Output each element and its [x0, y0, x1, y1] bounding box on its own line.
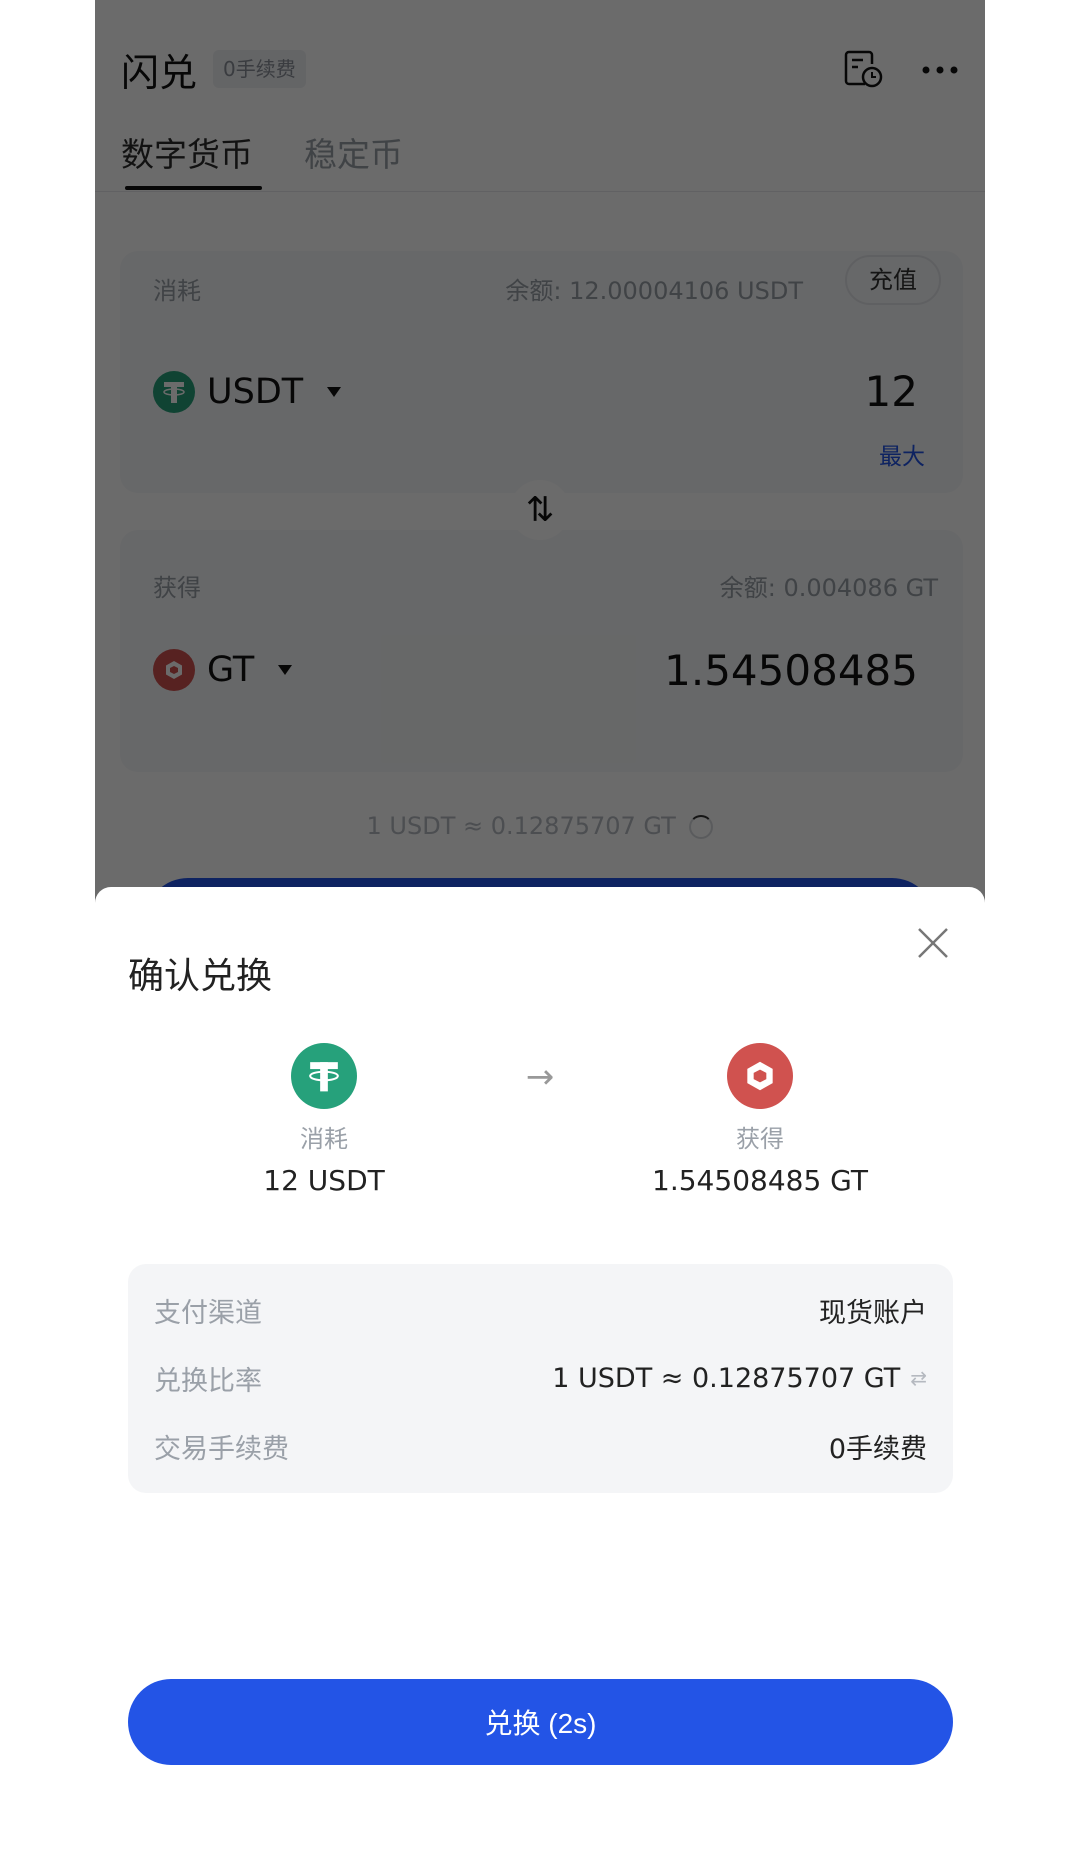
- phone-screen: 闪兑 0手续费 数字货币 稳定币 消耗 余额: 12.00004106 USDT…: [95, 0, 985, 1855]
- invert-rate-icon[interactable]: ⇄: [910, 1366, 927, 1390]
- detail-row-fee: 交易手续费 0手续费: [154, 1426, 927, 1466]
- gt-icon: [727, 1043, 793, 1109]
- to-label: 获得: [736, 1125, 784, 1153]
- detail-key: 兑换比率: [154, 1365, 262, 1397]
- detail-key: 支付渠道: [154, 1297, 262, 1329]
- confirm-swap-button[interactable]: 兑换 (2s): [128, 1679, 953, 1765]
- detail-row-rate: 兑换比率 1 USDT ≈ 0.12875707 GT ⇄: [154, 1358, 927, 1398]
- swap-details: 支付渠道 现货账户 兑换比率 1 USDT ≈ 0.12875707 GT ⇄ …: [128, 1264, 953, 1493]
- from-summary: 消耗 12 USDT: [164, 1043, 484, 1197]
- detail-value: 现货账户: [819, 1297, 927, 1329]
- close-icon[interactable]: [915, 925, 951, 961]
- detail-value-wrap: 1 USDT ≈ 0.12875707 GT ⇄: [552, 1363, 927, 1394]
- arrow-right-icon: →: [525, 1057, 555, 1097]
- detail-key: 交易手续费: [154, 1433, 289, 1465]
- from-amount: 12 USDT: [263, 1164, 385, 1197]
- sheet-title: 确认兑换: [128, 956, 273, 997]
- from-label: 消耗: [300, 1125, 348, 1153]
- to-summary: 获得 1.54508485 GT: [600, 1043, 920, 1197]
- detail-value: 0手续费: [828, 1433, 927, 1465]
- to-amount: 1.54508485 GT: [652, 1164, 868, 1197]
- detail-row-payment: 支付渠道 现货账户: [154, 1290, 927, 1330]
- usdt-icon: [291, 1043, 357, 1109]
- confirm-swap-sheet: 确认兑换 消耗 12 USDT → 获得 1.54508485 GT 支付渠道 …: [95, 887, 985, 1855]
- detail-value: 1 USDT ≈ 0.12875707 GT: [552, 1362, 901, 1394]
